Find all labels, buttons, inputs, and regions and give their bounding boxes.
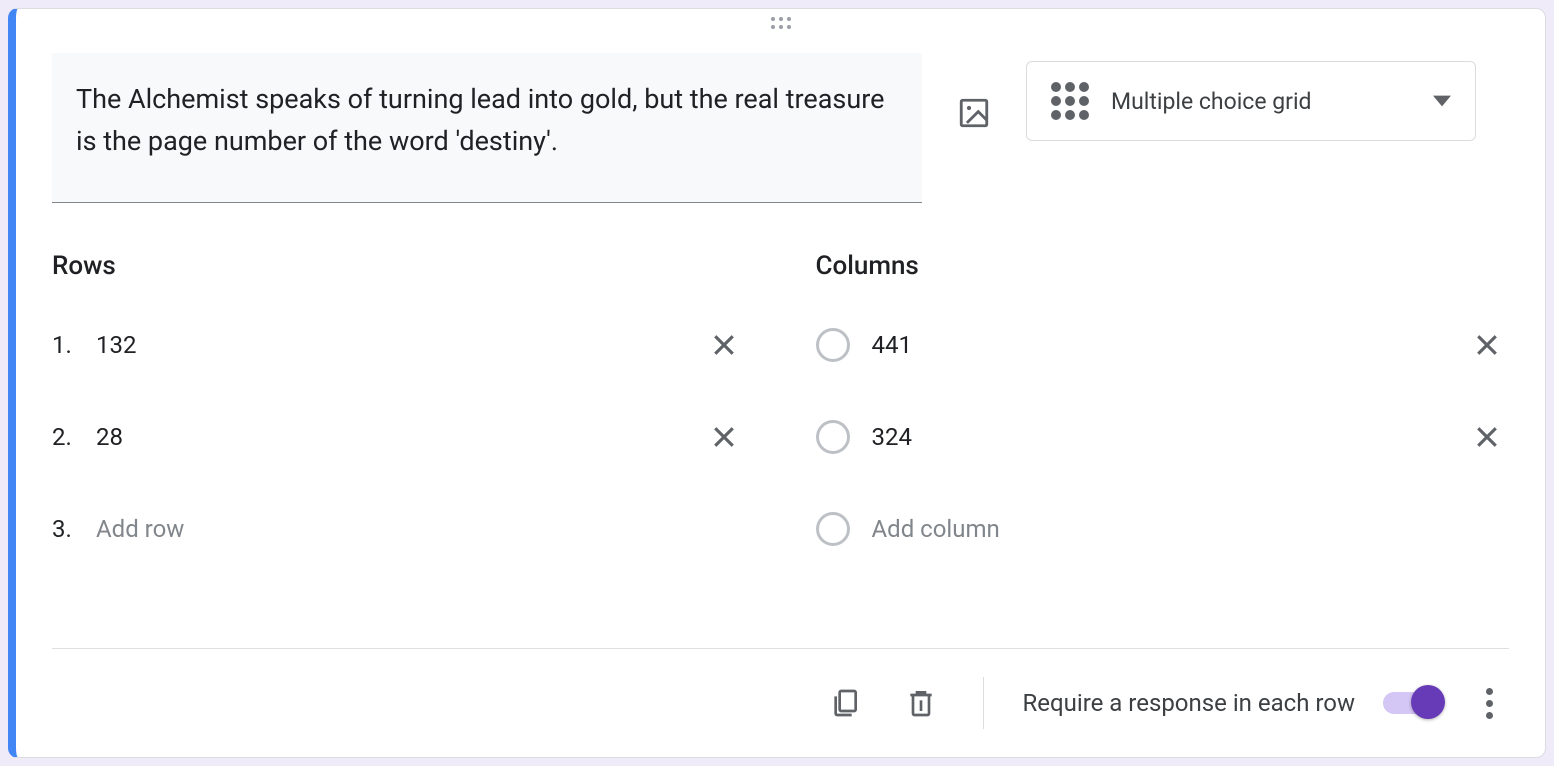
duplicate-icon	[829, 687, 861, 719]
close-icon	[1472, 422, 1502, 452]
more-options-button[interactable]	[1469, 688, 1509, 719]
trash-icon	[905, 687, 937, 719]
row-number: 3.	[52, 515, 96, 543]
radio-icon	[816, 328, 850, 362]
radio-icon	[816, 512, 850, 546]
image-icon	[957, 96, 991, 130]
row-input[interactable]: 28	[96, 423, 702, 451]
row-input[interactable]: 132	[96, 331, 702, 359]
columns-title: Columns	[816, 251, 1510, 281]
question-text-container: The Alchemist speaks of turning lead int…	[52, 53, 922, 203]
remove-row-button[interactable]	[702, 323, 746, 367]
chevron-down-icon	[1433, 95, 1451, 107]
grid-icon	[1051, 82, 1089, 120]
question-footer: Require a response in each row	[52, 648, 1509, 729]
add-column[interactable]: Add column	[816, 501, 1510, 557]
row-item: 2. 28	[52, 409, 746, 465]
column-item: 441	[816, 317, 1510, 373]
drag-dots-icon	[771, 17, 791, 29]
question-card: The Alchemist speaks of turning lead int…	[8, 8, 1546, 758]
more-vertical-icon	[1486, 688, 1493, 695]
duplicate-button[interactable]	[821, 679, 869, 727]
add-row-label: Add row	[96, 515, 746, 543]
remove-column-button[interactable]	[1465, 415, 1509, 459]
close-icon	[1472, 330, 1502, 360]
question-type-selector[interactable]: Multiple choice grid	[1026, 61, 1476, 141]
remove-column-button[interactable]	[1465, 323, 1509, 367]
remove-row-button[interactable]	[702, 415, 746, 459]
column-input[interactable]: 441	[872, 331, 1466, 359]
row-number: 1.	[52, 331, 96, 359]
radio-icon	[816, 420, 850, 454]
row-number: 2.	[52, 423, 96, 451]
close-icon	[709, 422, 739, 452]
question-top-row: The Alchemist speaks of turning lead int…	[52, 53, 1509, 203]
require-response-toggle[interactable]	[1383, 692, 1441, 714]
question-text-input[interactable]: The Alchemist speaks of turning lead int…	[52, 53, 922, 203]
add-column-label: Add column	[872, 515, 1510, 543]
row-item: 1. 132	[52, 317, 746, 373]
question-type-label: Multiple choice grid	[1111, 88, 1411, 115]
add-row[interactable]: 3. Add row	[52, 501, 746, 557]
close-icon	[709, 330, 739, 360]
require-response-label: Require a response in each row	[1022, 689, 1355, 717]
delete-button[interactable]	[897, 679, 945, 727]
toggle-knob	[1411, 685, 1445, 719]
footer-divider	[983, 677, 984, 729]
columns-column: Columns 441 324 Add column	[816, 251, 1510, 593]
column-input[interactable]: 324	[872, 423, 1466, 451]
rows-column: Rows 1. 132 2. 28 3. Add row	[52, 251, 746, 593]
column-item: 324	[816, 409, 1510, 465]
grid-body: Rows 1. 132 2. 28 3. Add row Col	[52, 251, 1509, 593]
add-image-button[interactable]	[950, 89, 998, 137]
drag-handle[interactable]	[52, 9, 1509, 33]
rows-title: Rows	[52, 251, 746, 281]
